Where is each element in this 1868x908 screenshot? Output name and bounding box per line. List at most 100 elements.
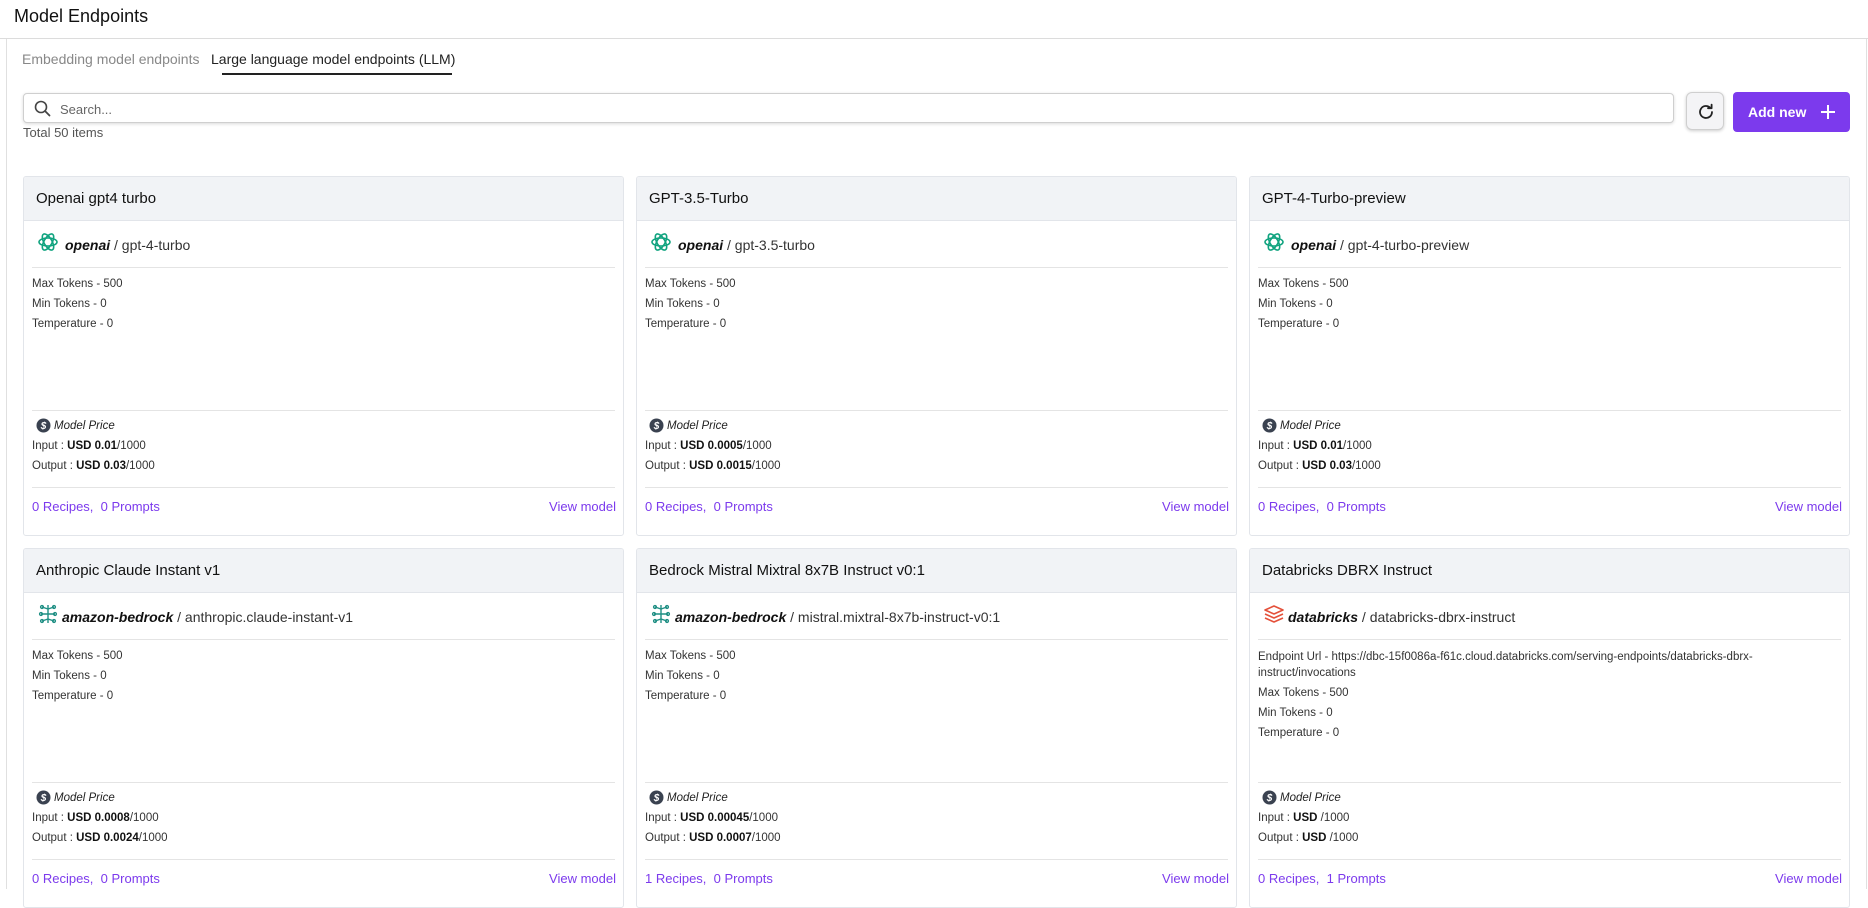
recipes-link[interactable]: 0 Recipes,: [32, 499, 93, 514]
prompts-link[interactable]: 0 Prompts: [1327, 499, 1386, 514]
prompts-link[interactable]: 0 Prompts: [101, 871, 160, 886]
svg-text:$: $: [1266, 793, 1273, 804]
card-header: Anthropic Claude Instant v1: [24, 549, 623, 593]
output-price: Output : USD 0.0024/1000: [32, 832, 168, 844]
output-price-value: USD 0.03: [76, 460, 126, 472]
recipes-link[interactable]: 1 Recipes,: [645, 871, 706, 886]
model-params: Max Tokens - 500 Min Tokens - 0 Temperatur…: [645, 274, 736, 334]
model-name: mistral.mixtral-8x7b-instruct-v0:1: [797, 609, 1001, 625]
divider: [32, 410, 615, 411]
refresh-button[interactable]: [1686, 92, 1724, 130]
provider-model: amazon-bedrock / mistral.mixtral-8x7b-in…: [675, 609, 1000, 625]
tab-embedding-endpoints[interactable]: Embedding model endpoints: [22, 51, 199, 67]
provider-row: openai / gpt-4-turbo-preview: [1258, 233, 1841, 254]
input-price-unit: /1000: [742, 440, 772, 452]
temperature-label: Temperature -: [32, 318, 107, 330]
prompts-link[interactable]: 0 Prompts: [714, 499, 773, 514]
recipes-link[interactable]: 0 Recipes,: [645, 499, 706, 514]
usage-links: 0 Recipes, 0 Prompts: [645, 499, 773, 514]
temperature-value: 0: [106, 318, 114, 330]
min-tokens-value: 0: [100, 670, 107, 682]
temperature: Temperature - 0: [1258, 723, 1818, 743]
input-price-unit: /1000: [117, 440, 146, 452]
max-tokens: Max Tokens - 500: [645, 646, 736, 666]
max-tokens-value: 500: [716, 278, 736, 290]
view-model-link[interactable]: View model: [1775, 499, 1842, 514]
provider-model: openai / gpt-3.5-turbo: [678, 237, 815, 253]
temperature-value: 0: [719, 318, 727, 330]
output-price-value: USD 0.03: [1302, 460, 1352, 472]
input-price-label: Input :: [645, 812, 681, 824]
temperature: Temperature - 0: [32, 314, 123, 334]
provider-name: openai: [65, 237, 111, 253]
temperature: Temperature - 0: [32, 686, 123, 706]
prompts-link[interactable]: 0 Prompts: [101, 499, 160, 514]
model-params: Max Tokens - 500 Min Tokens - 0 Temperatur…: [645, 646, 736, 706]
add-new-button[interactable]: Add new: [1733, 92, 1850, 132]
model-params: Max Tokens - 500 Min Tokens - 0 Temperatur…: [1258, 274, 1349, 334]
max-tokens-value: 500: [1329, 278, 1349, 290]
max-tokens: Max Tokens - 500: [1258, 274, 1349, 294]
output-price-label: Output :: [1258, 832, 1303, 844]
model-price-label: Model Price: [1280, 792, 1341, 804]
input-price-value: USD 0.01: [67, 440, 118, 452]
usage-links: 1 Recipes, 0 Prompts: [645, 871, 773, 886]
view-model-link[interactable]: View model: [1162, 871, 1229, 886]
search-input[interactable]: [58, 98, 1662, 120]
search-bar[interactable]: [23, 93, 1674, 123]
view-model-link[interactable]: View model: [549, 871, 616, 886]
recipes-link[interactable]: 0 Recipes,: [1258, 871, 1319, 886]
divider: [32, 487, 615, 488]
model-params: Max Tokens - 500 Min Tokens - 0 Temperatur…: [32, 646, 123, 706]
provider-name: databricks: [1288, 609, 1359, 625]
input-price-unit: /1000: [129, 812, 159, 824]
divider: [1258, 639, 1841, 640]
output-price-label: Output :: [645, 460, 690, 472]
input-price-unit: /1000: [1343, 440, 1372, 452]
max-tokens-value: 500: [103, 278, 123, 290]
input-price-unit: /1000: [749, 812, 778, 824]
temperature-label: Temperature -: [1258, 318, 1333, 330]
output-price-unit: /1000: [751, 832, 781, 844]
provider-model: amazon-bedrock / anthropic.claude-instan…: [62, 609, 353, 625]
min-tokens-value: 0: [713, 298, 720, 310]
max-tokens-value: 500: [103, 650, 123, 662]
max-tokens-label: Max Tokens -: [1258, 278, 1330, 290]
divider: [32, 267, 615, 268]
endpoint-card: GPT-3.5-Turbo openai / gpt-3.5-turbo Max T…: [636, 176, 1237, 536]
output-price-value: USD: [1302, 832, 1330, 844]
svg-text:$: $: [653, 793, 660, 804]
active-tab-indicator: [222, 73, 452, 75]
recipes-link[interactable]: 0 Recipes,: [1258, 499, 1319, 514]
card-title: Openai gpt4 turbo: [36, 190, 157, 207]
input-price-label: Input :: [645, 440, 681, 452]
prompts-link[interactable]: 0 Prompts: [714, 871, 773, 886]
usage-links: 0 Recipes, 0 Prompts: [32, 871, 160, 886]
prompts-link[interactable]: 1 Prompts: [1327, 871, 1386, 886]
endpoint-card: Anthropic Claude Instant v1 amazon-bedroc…: [23, 548, 624, 908]
min-tokens-value: 0: [1326, 707, 1333, 719]
input-price-label: Input :: [32, 440, 68, 452]
provider-separator: /: [1336, 237, 1348, 253]
provider-separator: /: [1358, 609, 1370, 625]
card-title: GPT-4-Turbo-preview: [1262, 190, 1406, 207]
divider: [1258, 859, 1841, 860]
model-price-label: Model Price: [54, 420, 115, 432]
card-title: GPT-3.5-Turbo: [649, 190, 749, 207]
view-model-link[interactable]: View model: [549, 499, 616, 514]
divider: [645, 859, 1228, 860]
temperature-value: 0: [106, 690, 114, 702]
model-name: gpt-3.5-turbo: [734, 237, 815, 253]
divider: [645, 782, 1228, 783]
provider-separator: /: [110, 237, 122, 253]
tab-llm-endpoints[interactable]: Large language model endpoints (LLM): [211, 51, 455, 67]
recipes-link[interactable]: 0 Recipes,: [32, 871, 93, 886]
min-tokens: Min Tokens - 0: [32, 666, 123, 686]
card-header: Databricks DBRX Instruct: [1250, 549, 1849, 593]
input-price: Input : USD /1000: [1258, 812, 1349, 824]
provider-row: openai / gpt-4-turbo: [32, 233, 615, 254]
databricks-icon: [1262, 602, 1286, 631]
view-model-link[interactable]: View model: [1775, 871, 1842, 886]
view-model-link[interactable]: View model: [1162, 499, 1229, 514]
temperature: Temperature - 0: [645, 686, 736, 706]
